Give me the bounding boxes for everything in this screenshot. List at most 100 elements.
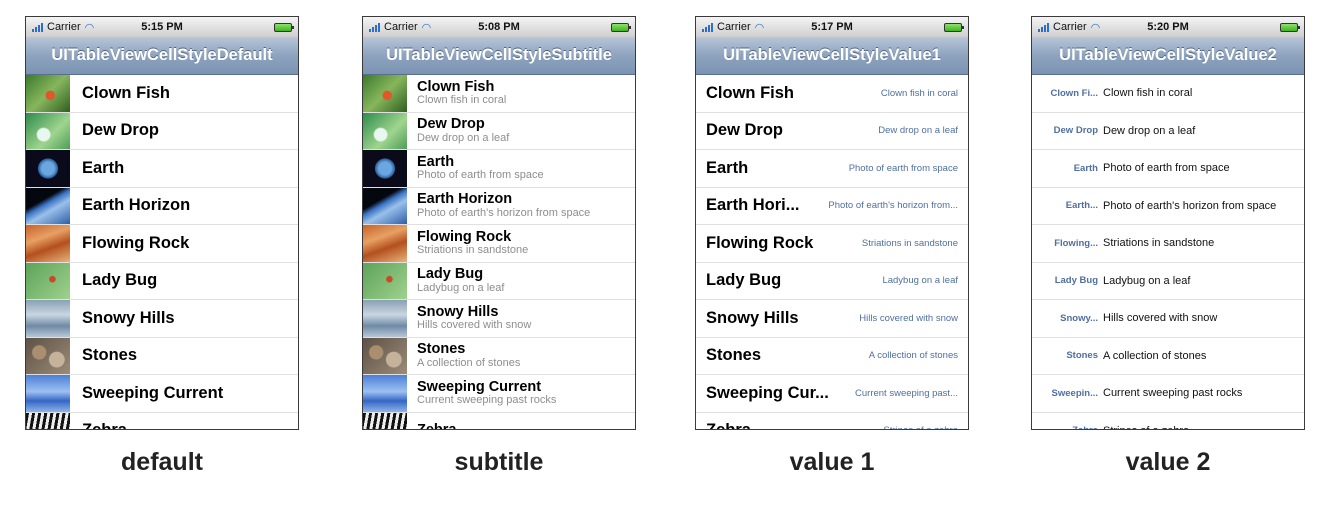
table-row[interactable]: Stones A collection of stones — [1032, 338, 1304, 375]
table-row[interactable]: Clown Fish — [26, 75, 298, 113]
table-row[interactable]: Earth Horizon Photo of earth's horizon fr… — [363, 187, 635, 225]
cell-title: Zebra — [417, 422, 457, 429]
signal-icon — [1038, 22, 1049, 32]
table-row[interactable]: Zebra — [363, 412, 635, 429]
table-row[interactable]: Sweepin... Current sweeping past rocks — [1032, 375, 1304, 413]
cell-title: Lady Bug — [706, 271, 782, 290]
cell-title: Clown Fish — [706, 83, 794, 102]
stones-image — [26, 337, 70, 374]
cell-title: Earth Horizon — [417, 191, 513, 208]
table-row[interactable]: Snowy Hills Hills covered with snow — [363, 300, 635, 338]
cell-detail: Dew drop on a leaf — [878, 125, 958, 137]
table-view[interactable]: Clown Fish Dew Drop Earth Earth Horizon Flow… — [26, 75, 298, 429]
table-row[interactable]: Sweeping Current Current sweeping past ro… — [363, 375, 635, 413]
table-row[interactable]: Lady Bug Ladybug on a leaf — [696, 263, 968, 300]
cell-label: Dew Drop — [1053, 125, 1098, 137]
table-row[interactable]: Zebra Stripes of a zebra — [696, 413, 968, 429]
cell-text: Clown Fish Clown fish in coral — [417, 79, 507, 107]
table-view[interactable]: Clown Fish Clown fish in coral Dew Drop Dew… — [363, 75, 635, 429]
table-row[interactable]: Clown Fish Clown fish in coral — [696, 75, 968, 113]
table-row[interactable]: Dew Drop — [26, 112, 298, 150]
table-row[interactable]: Flowing Rock Striations in sandstone — [696, 225, 968, 263]
cell-title: Snowy Hills — [82, 308, 175, 327]
cell-detail: Photo of earth from space — [848, 162, 958, 174]
table-row[interactable]: Zebra — [26, 412, 298, 429]
table-row[interactable]: Flowing Rock Striations in sandstone — [363, 225, 635, 263]
table-row[interactable]: Sweeping Current — [26, 375, 298, 413]
cell-label: Snowy... — [1060, 312, 1098, 324]
cell-title: Dew Drop — [82, 121, 160, 140]
cell-detail: Ladybug on a leaf — [882, 275, 958, 287]
table-row[interactable]: Lady Bug Ladybug on a leaf — [1032, 263, 1304, 300]
table-row[interactable]: Earth Photo of earth from space — [363, 150, 635, 188]
table-view[interactable]: Clown Fish Clown fish in coral Dew Drop Dew… — [696, 75, 968, 429]
cell-label: Lady Bug — [1054, 275, 1098, 287]
cell-label: Sweepin... — [1051, 387, 1098, 399]
table-row[interactable]: Stones — [26, 337, 298, 375]
table-row[interactable]: Snowy... Hills covered with snow — [1032, 300, 1304, 338]
signal-icon — [32, 22, 43, 32]
carrier-label: Carrier — [384, 21, 418, 33]
cell-title: Flowing Rock — [82, 233, 190, 252]
table-row[interactable]: Stones A collection of stones — [363, 337, 635, 375]
cell-subtitle: Clown fish in coral — [417, 94, 507, 107]
cell-detail: Dew drop on a leaf — [1103, 124, 1196, 137]
earth-horizon-image — [26, 187, 70, 224]
dew-drop-image — [363, 112, 407, 149]
table-row[interactable]: Earth Hori... Photo of earth's horizon fr… — [696, 188, 968, 225]
cell-text: Snowy Hills Hills covered with snow — [417, 304, 532, 332]
cell-subtitle: Photo of earth from space — [417, 169, 544, 182]
table-row[interactable]: Snowy Hills Hills covered with snow — [696, 300, 968, 338]
cell-title: Earth Horizon — [82, 196, 191, 215]
nav-title: UITableViewCellStyleValue2 — [1032, 37, 1304, 75]
table-row[interactable]: Sweeping Cur... Current sweeping past... — [696, 375, 968, 413]
clown-fish-image — [363, 75, 407, 112]
cell-subtitle: Ladybug on a leaf — [417, 281, 505, 294]
signal-icon — [702, 22, 713, 32]
cell-title: Snowy Hills — [706, 308, 799, 327]
caption-value2: value 2 — [1125, 448, 1211, 476]
table-row[interactable]: Dew Drop Dew drop on a leaf — [363, 112, 635, 150]
carrier-label: Carrier — [47, 21, 81, 33]
cell-detail: Clown fish in coral — [880, 87, 958, 99]
cell-detail: Current sweeping past... — [855, 387, 958, 399]
battery-icon — [1280, 22, 1300, 32]
earth-image — [26, 150, 70, 187]
table-row[interactable]: Lady Bug — [26, 262, 298, 300]
table-row[interactable]: Earth Horizon — [26, 187, 298, 225]
cell-subtitle: Striations in sandstone — [417, 244, 529, 257]
cell-title: Stones — [417, 341, 466, 358]
table-row[interactable]: Stones A collection of stones — [696, 338, 968, 375]
cell-subtitle: Hills covered with snow — [417, 319, 532, 332]
table-row[interactable]: Snowy Hills — [26, 300, 298, 338]
cell-title: Lady Bug — [82, 271, 158, 290]
table-row[interactable]: Dew Drop Dew drop on a leaf — [1032, 113, 1304, 150]
cell-detail: Photo of earth from space — [1103, 162, 1230, 175]
table-row[interactable]: Dew Drop Dew drop on a leaf — [696, 113, 968, 150]
table-row[interactable]: Flowing... Striations in sandstone — [1032, 225, 1304, 263]
table-row[interactable]: Clown Fi... Clown fish in coral — [1032, 75, 1304, 113]
cell-text: Lady Bug Ladybug on a leaf — [417, 267, 504, 294]
cell-title: Lady Bug — [417, 266, 484, 283]
signal-icon — [369, 22, 380, 32]
table-row[interactable]: Flowing Rock — [26, 225, 298, 263]
cell-label: Zebra — [1036, 425, 1098, 429]
table-row[interactable]: Earth Photo of earth from space — [1032, 150, 1304, 188]
cell-detail: Ladybug on a leaf — [1103, 274, 1191, 287]
table-view[interactable]: Clown Fi... Clown fish in coral Dew Drop De… — [1032, 75, 1304, 429]
wifi-icon: ◠ — [84, 21, 95, 34]
table-row[interactable]: Lady Bug Ladybug on a leaf — [363, 262, 635, 300]
table-row[interactable]: Earth... Photo of earth's horizon from sp… — [1032, 188, 1304, 225]
table-row[interactable]: Earth — [26, 150, 298, 188]
table-row[interactable]: Clown Fish Clown fish in coral — [363, 75, 635, 113]
cell-detail: Hills covered with snow — [859, 312, 958, 324]
screen-default: Carrier ◠ 5:15 PM UITableViewCellStyleDef… — [25, 16, 299, 430]
cell-subtitle: Dew drop on a leaf — [417, 131, 510, 144]
flowing-rock-image — [363, 225, 407, 262]
table-row[interactable]: Earth Photo of earth from space — [696, 150, 968, 188]
cell-title: Sweeping Current — [417, 378, 542, 395]
table-row[interactable]: Zebra Stripes of a zebra — [1032, 413, 1304, 429]
cell-title: Stones — [82, 346, 138, 365]
cell-detail: A collection of stones — [868, 350, 958, 362]
cell-detail: Current sweeping past rocks — [1103, 387, 1243, 400]
